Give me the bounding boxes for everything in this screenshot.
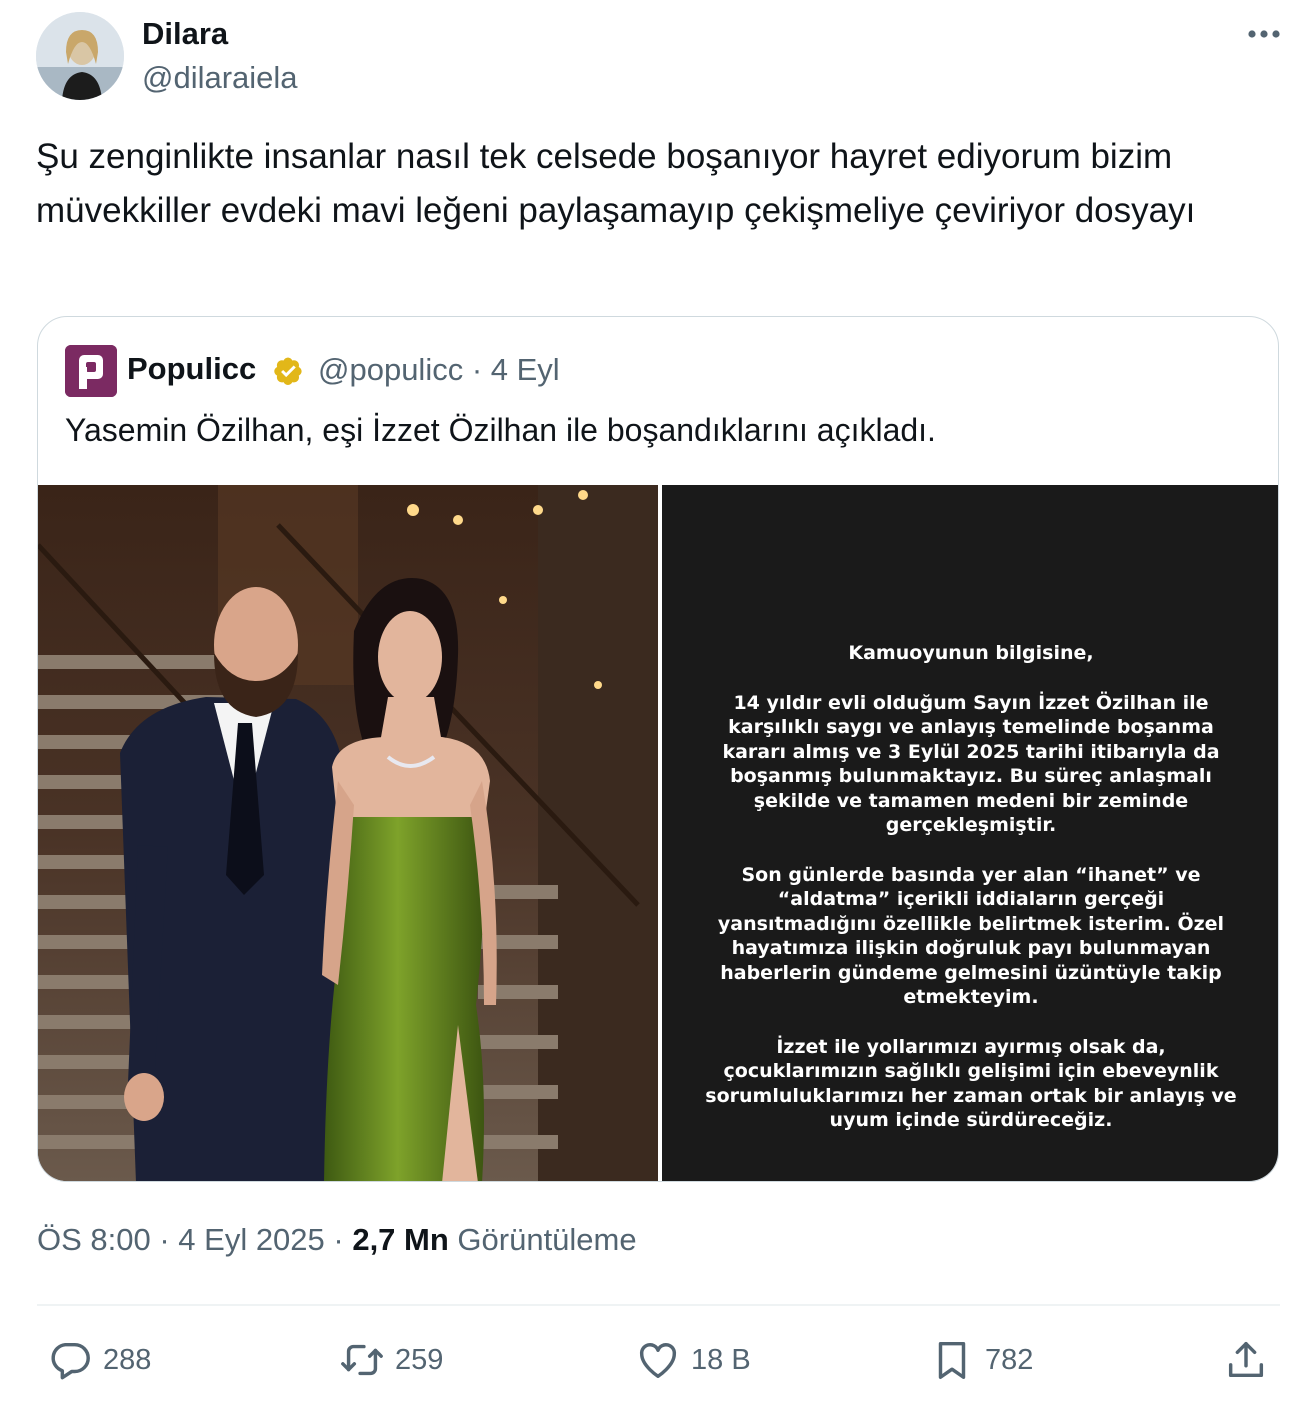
- couple-photo-image: [38, 485, 658, 1181]
- more-options-button[interactable]: [1242, 12, 1286, 56]
- more-dots-icon: [1248, 30, 1280, 38]
- statement-paragraph-1: 14 yıldır evli olduğum Sayın İzzet Özilh…: [722, 691, 1220, 837]
- bookmark-count: 782: [985, 1343, 1034, 1376]
- heart-icon: [639, 1343, 677, 1379]
- statement-greeting: Kamuoyunun bilgisine,: [848, 642, 1094, 664]
- quoted-tweet[interactable]: Populicc @populicc · 4 Eyl Yasemin Özilh…: [37, 316, 1279, 1182]
- populicc-logo-icon: [65, 345, 117, 397]
- author-handle[interactable]: @dilaraiela: [142, 60, 298, 96]
- statement-paragraph-3: İzzet ile yollarımızı ayırmış olsak da, …: [705, 1035, 1237, 1132]
- quote-text: Yasemin Özilhan, eşi İzzet Özilhan ile b…: [65, 412, 936, 448]
- avatar-photo: [36, 12, 124, 100]
- quote-author-handle-date[interactable]: @populicc · 4 Eyl: [318, 352, 560, 388]
- share-upload-icon: [1228, 1341, 1264, 1378]
- quote-author-name[interactable]: Populicc: [127, 351, 256, 387]
- verified-badge-icon: [274, 357, 302, 385]
- like-button[interactable]: 18 B: [635, 1330, 751, 1390]
- couple-photo[interactable]: [38, 485, 658, 1181]
- action-bar: 288 259 18 B 782: [37, 1330, 1280, 1390]
- retweet-button[interactable]: 259: [339, 1330, 443, 1390]
- bookmark-button[interactable]: 782: [929, 1330, 1033, 1390]
- statement-image[interactable]: Kamuoyunun bilgisine, 14 yıldır evli old…: [662, 485, 1278, 1181]
- divider: [37, 1304, 1280, 1306]
- views-label: Görüntüleme: [448, 1222, 637, 1257]
- tweet-text: Şu zenginlikte insanlar nasıl tek celsed…: [36, 137, 1196, 230]
- share-button[interactable]: [1223, 1330, 1269, 1390]
- reply-count: 288: [103, 1343, 152, 1376]
- bookmark-icon: [938, 1341, 966, 1379]
- tweet-timestamp[interactable]: ÖS 8:00 · 4 Eyl 2025 ·: [37, 1222, 352, 1257]
- tweet-header: Dilara @dilaraiela: [36, 12, 1286, 102]
- statement-paragraph-2: Son günlerde basında yer alan “ihanet” v…: [717, 863, 1225, 1009]
- media-grid: Kamuoyunun bilgisine, 14 yıldır evli old…: [38, 485, 1278, 1181]
- populicc-logo[interactable]: [65, 345, 117, 397]
- reply-button[interactable]: 288: [47, 1330, 151, 1390]
- like-count: 18 B: [691, 1343, 751, 1376]
- views-count[interactable]: 2,7 Mn: [352, 1222, 448, 1257]
- author-display-name[interactable]: Dilara: [142, 16, 228, 52]
- tweet-meta: ÖS 8:00 · 4 Eyl 2025 · 2,7 Mn Görüntülem…: [37, 1222, 637, 1258]
- reply-bubble-icon: [51, 1342, 90, 1380]
- retweet-count: 259: [395, 1343, 444, 1376]
- retweet-icon: [341, 1344, 383, 1376]
- avatar[interactable]: [36, 12, 124, 100]
